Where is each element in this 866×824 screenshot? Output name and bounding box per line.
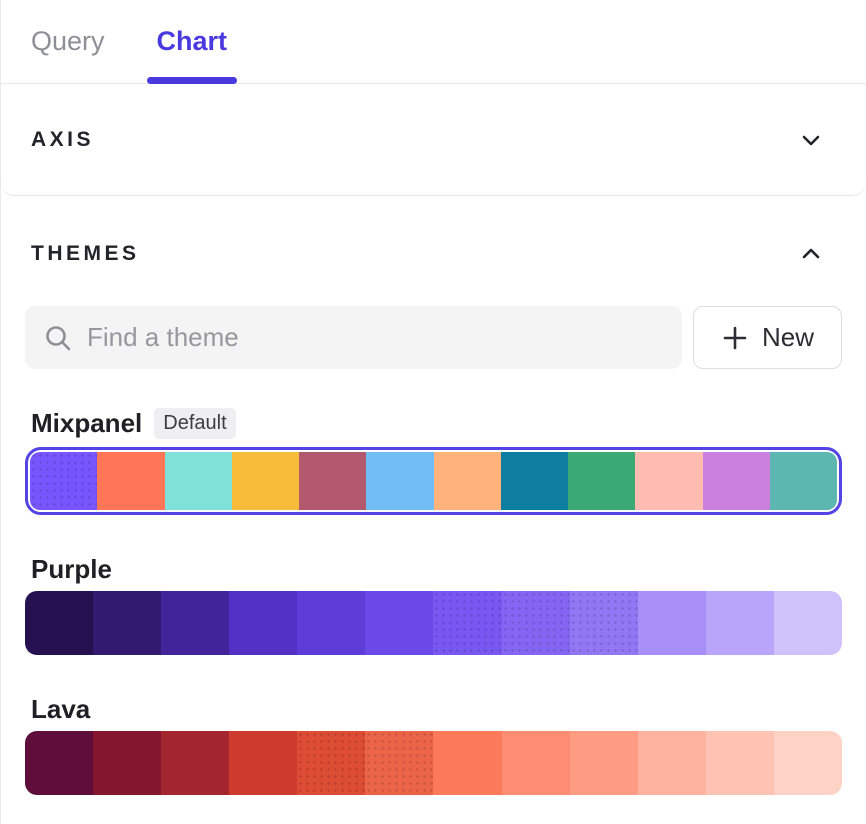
color-swatch	[774, 731, 842, 795]
color-swatch	[638, 731, 706, 795]
color-swatch	[706, 591, 774, 655]
color-swatch	[635, 452, 702, 510]
theme-toolbar: New	[25, 306, 842, 369]
color-swatch	[570, 731, 638, 795]
themes-section: THEMES New MixpanelDefaultPurpleLavaM	[1, 208, 866, 824]
color-swatch	[433, 591, 501, 655]
themes-section-title: THEMES	[31, 242, 140, 266]
default-badge: Default	[154, 408, 235, 439]
search-icon	[43, 323, 73, 353]
theme-search-input[interactable]	[87, 322, 664, 353]
color-swatch	[433, 731, 501, 795]
color-swatch	[703, 452, 770, 510]
color-swatch	[365, 731, 433, 795]
color-swatch	[770, 452, 837, 510]
color-swatch	[365, 591, 433, 655]
new-theme-button-label: New	[762, 322, 814, 353]
card-gap	[1, 196, 866, 208]
color-swatch	[232, 452, 299, 510]
color-swatch	[297, 591, 365, 655]
theme-label-lava: Lava	[25, 693, 842, 725]
color-swatch	[638, 591, 706, 655]
chevron-down-icon[interactable]	[800, 129, 822, 151]
color-swatch	[502, 731, 570, 795]
plus-icon	[721, 324, 749, 352]
axis-section-header[interactable]: AXIS	[1, 84, 866, 196]
color-swatch	[229, 731, 297, 795]
theme-name: Mixpanel	[31, 408, 142, 439]
selected-theme-ring[interactable]	[25, 447, 842, 515]
chart-settings-panel: Query Chart AXIS THEMES	[0, 0, 866, 824]
theme-label-purple: Purple	[25, 553, 842, 585]
color-swatch	[229, 591, 297, 655]
themes-section-header[interactable]: THEMES	[25, 242, 842, 266]
theme-search-box[interactable]	[25, 306, 682, 369]
theme-swatch-row-lava[interactable]	[25, 731, 842, 795]
color-swatch	[299, 452, 366, 510]
color-swatch	[366, 452, 433, 510]
tab-bar: Query Chart	[1, 0, 866, 84]
color-swatch	[570, 591, 638, 655]
theme-list: MixpanelDefaultPurpleLavaMist	[25, 407, 842, 824]
theme-name: Lava	[31, 694, 90, 725]
active-tab-underline	[147, 77, 238, 84]
tab-chart[interactable]: Chart	[157, 0, 228, 83]
theme-name: Purple	[31, 554, 112, 585]
chevron-up-icon[interactable]	[800, 243, 822, 265]
color-swatch	[434, 452, 501, 510]
color-swatch	[93, 591, 161, 655]
new-theme-button[interactable]: New	[693, 306, 842, 369]
theme-swatch-row-purple[interactable]	[25, 591, 842, 655]
color-swatch	[501, 452, 568, 510]
color-swatch	[774, 591, 842, 655]
color-swatch	[25, 591, 93, 655]
color-swatch	[161, 731, 229, 795]
color-swatch	[706, 731, 774, 795]
color-swatch	[97, 452, 164, 510]
color-swatch	[297, 731, 365, 795]
theme-swatch-row-mixpanel[interactable]	[30, 452, 837, 510]
color-swatch	[30, 452, 97, 510]
axis-section-title: AXIS	[31, 128, 94, 152]
theme-label-mixpanel: Mixpanel Default	[25, 407, 842, 439]
color-swatch	[568, 452, 635, 510]
tab-query[interactable]: Query	[31, 0, 105, 83]
color-swatch	[161, 591, 229, 655]
tab-chart-label: Chart	[157, 26, 228, 57]
color-swatch	[93, 731, 161, 795]
color-swatch	[25, 731, 93, 795]
color-swatch	[165, 452, 232, 510]
color-swatch	[502, 591, 570, 655]
